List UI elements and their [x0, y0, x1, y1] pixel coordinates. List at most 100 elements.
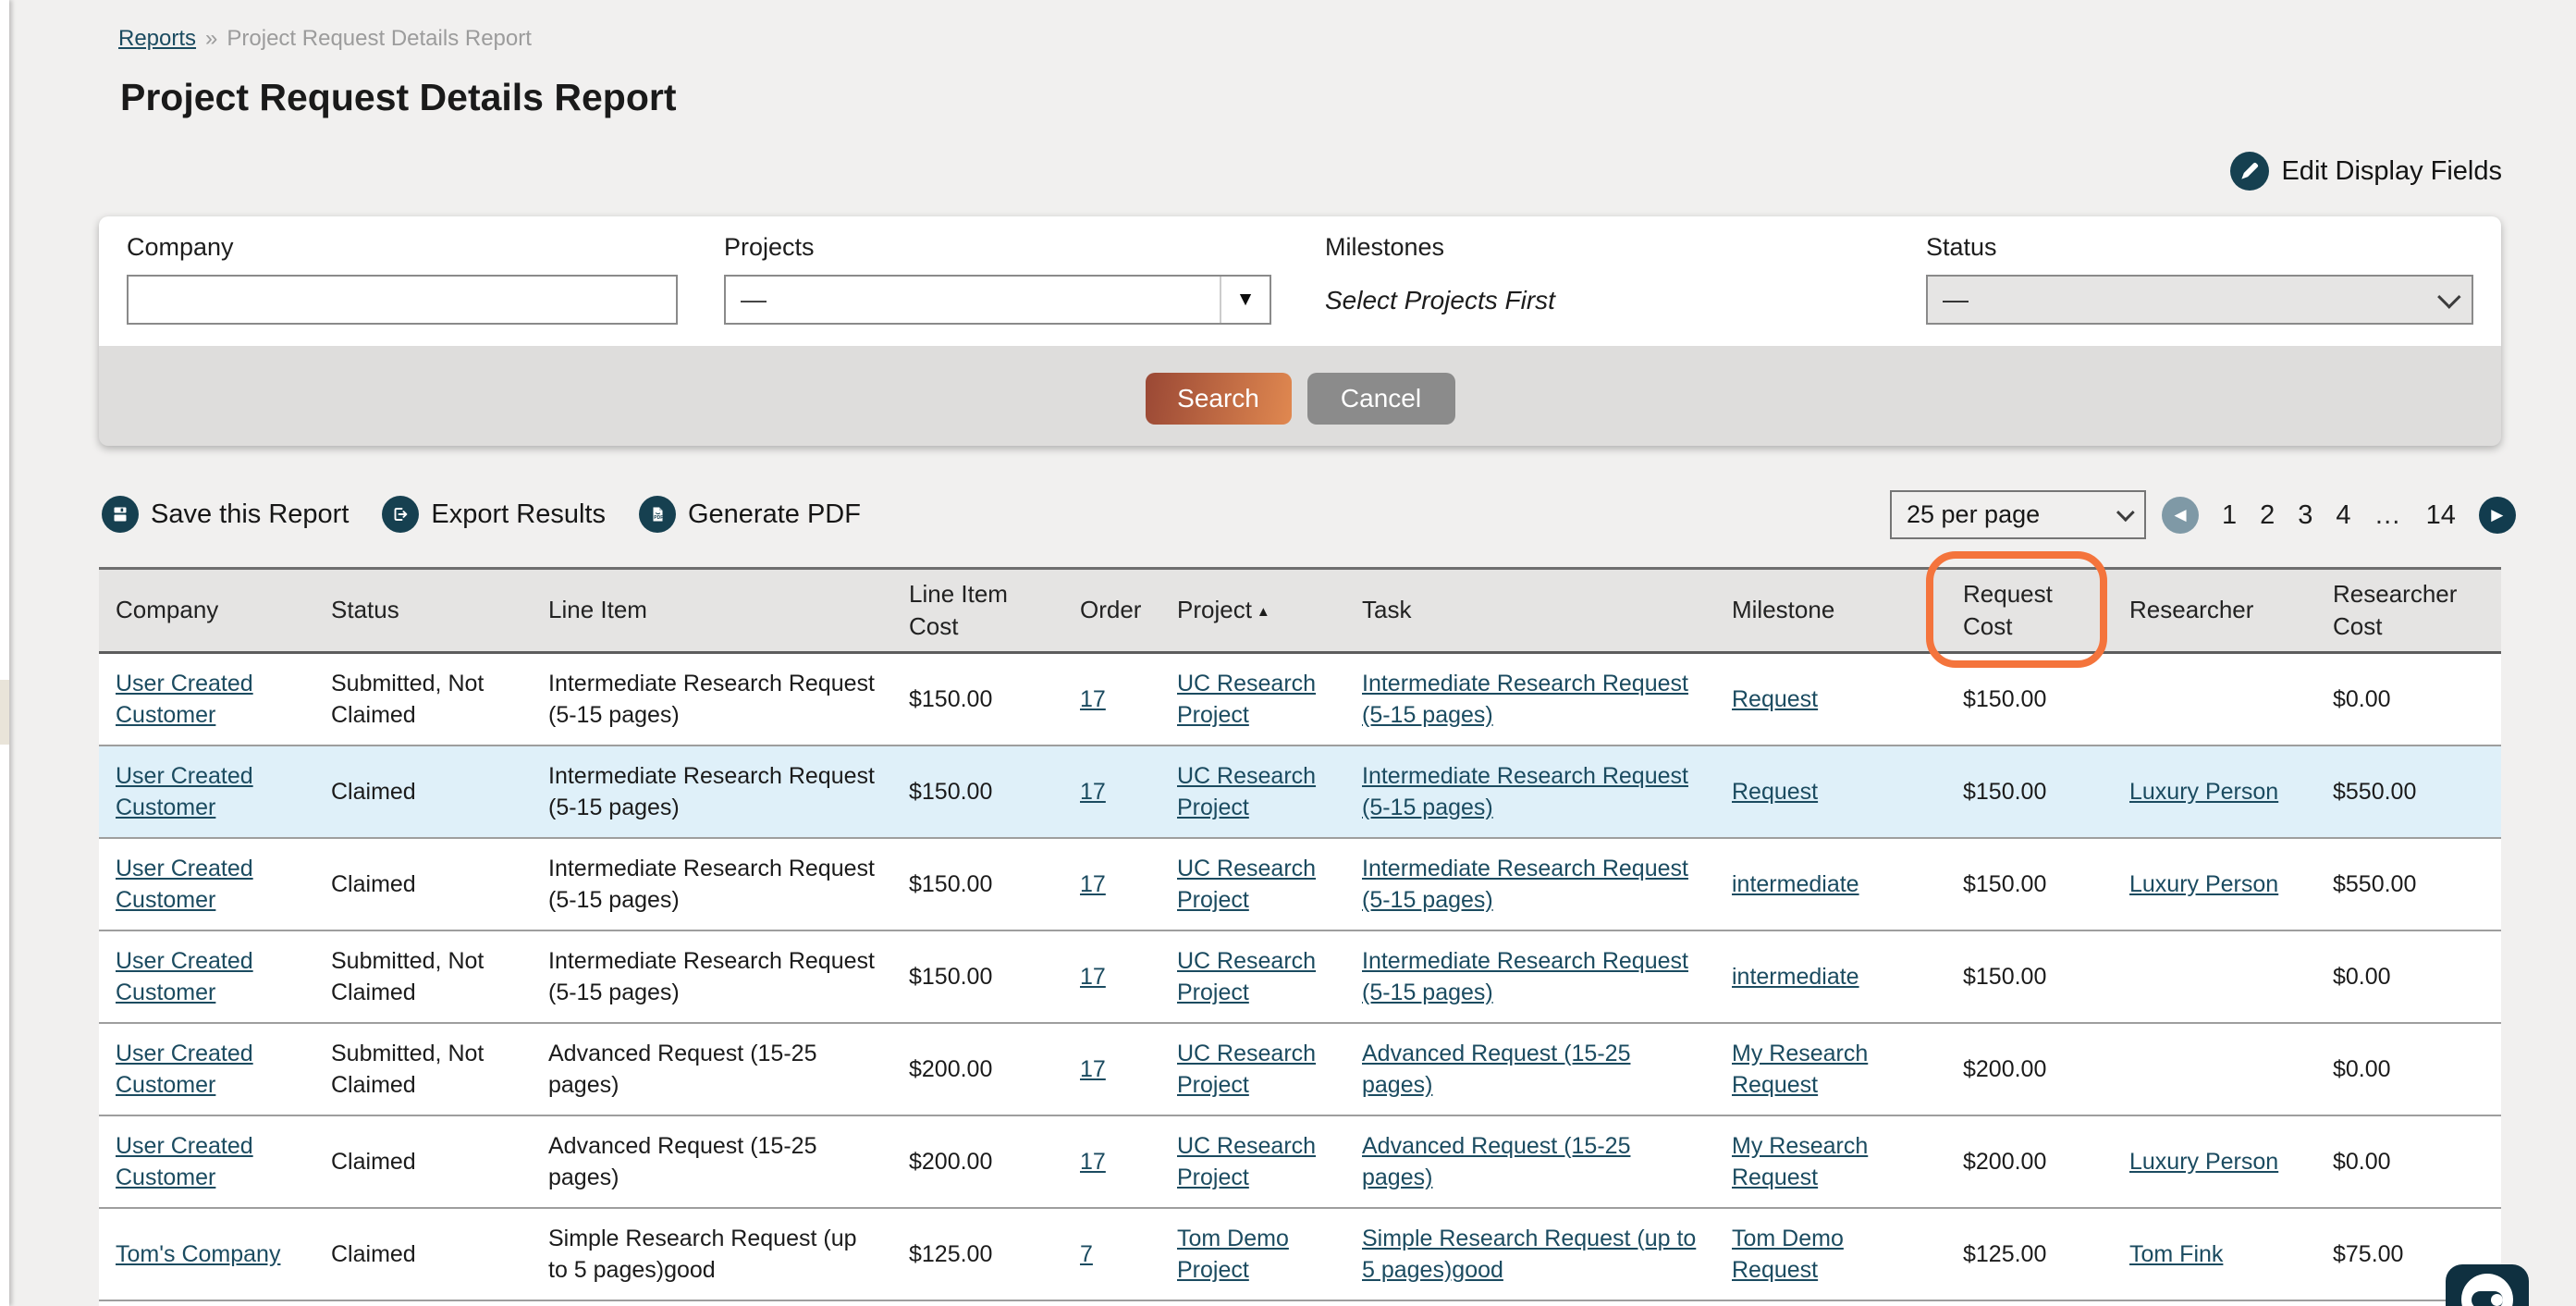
task-link[interactable]: Advanced Request (15-25 pages): [1362, 1133, 1630, 1191]
project-link[interactable]: Tom Demo Project: [1177, 1226, 1289, 1284]
task-link[interactable]: Intermediate Research Request (5-15 page…: [1362, 763, 1688, 821]
company-link[interactable]: User Created Customer: [116, 671, 253, 729]
company-link[interactable]: Tom's Company: [116, 1241, 280, 1267]
researcher-link[interactable]: Luxury Person: [2129, 871, 2278, 897]
column-header-request-cost[interactable]: Request Cost: [1946, 569, 2113, 653]
milestone-link[interactable]: My Research Request: [1732, 1041, 1868, 1099]
project-link[interactable]: UC Research Project: [1177, 856, 1316, 914]
status-cell: Submitted, Not Claimed: [314, 930, 532, 1023]
generate-pdf-button[interactable]: PDF Generate PDF: [639, 496, 861, 533]
project-link[interactable]: UC Research Project: [1177, 948, 1316, 1006]
generate-pdf-label: Generate PDF: [688, 499, 861, 530]
status-label: Status: [1926, 233, 2473, 262]
researcher-link[interactable]: Tom Fink: [2129, 1241, 2223, 1267]
column-header-status[interactable]: Status: [314, 569, 532, 653]
project-link[interactable]: UC Research Project: [1177, 1041, 1316, 1099]
task-link[interactable]: Intermediate Research Request (5-15 page…: [1362, 948, 1688, 1006]
breadcrumb-reports-link[interactable]: Reports: [118, 26, 196, 51]
line-item-cost-cell: $200.00: [892, 1115, 1063, 1208]
milestone-link[interactable]: Tom Demo Request: [1732, 1226, 1844, 1284]
request-cost-cell: $200.00: [1946, 1300, 2113, 1306]
company-link[interactable]: User Created Customer: [116, 856, 253, 914]
sort-ascending-icon: [1252, 596, 1270, 623]
task-link[interactable]: Advanced Request (15-25 pages): [1362, 1041, 1630, 1099]
previous-page-button[interactable]: ◀: [2162, 497, 2199, 534]
project-link[interactable]: UC Research Project: [1177, 763, 1316, 821]
table-row: Tom's Company Claimed Simple Research Re…: [99, 1208, 2501, 1300]
task-link[interactable]: Simple Research Request (up to 5 pages)g…: [1362, 1226, 1696, 1284]
researcher-link[interactable]: Luxury Person: [2129, 779, 2278, 805]
next-page-button[interactable]: ▶: [2479, 497, 2516, 534]
column-header-milestone[interactable]: Milestone: [1715, 569, 1946, 653]
column-header-company[interactable]: Company: [99, 569, 314, 653]
page-number-2[interactable]: 2: [2260, 500, 2275, 531]
task-link[interactable]: Intermediate Research Request (5-15 page…: [1362, 856, 1688, 914]
milestone-link[interactable]: Request: [1732, 686, 1818, 712]
researcher-cost-cell: $0.00: [2316, 653, 2501, 746]
task-link[interactable]: Intermediate Research Request (5-15 page…: [1362, 671, 1688, 729]
company-link[interactable]: User Created Customer: [116, 1041, 253, 1099]
column-header-researcher[interactable]: Researcher: [2113, 569, 2316, 653]
search-button[interactable]: Search: [1146, 373, 1292, 425]
column-header-line-item[interactable]: Line Item: [532, 569, 892, 653]
line-item-cost-cell: $125.00: [892, 1208, 1063, 1300]
order-link[interactable]: 17: [1080, 1056, 1106, 1082]
milestone-link[interactable]: Request: [1732, 779, 1818, 805]
column-header-line-item-cost[interactable]: Line Item Cost: [892, 569, 1063, 653]
cancel-button[interactable]: Cancel: [1307, 373, 1455, 425]
company-link[interactable]: User Created Customer: [116, 763, 253, 821]
status-cell: Claimed: [314, 1115, 532, 1208]
table-header-row: Company Status Line Item Line Item Cost …: [99, 569, 2501, 653]
order-link[interactable]: 17: [1080, 871, 1106, 897]
save-report-label: Save this Report: [151, 499, 349, 530]
researcher-cost-cell: $0.00: [2316, 1023, 2501, 1115]
researcher-link[interactable]: Luxury Person: [2129, 1149, 2278, 1175]
status-filter: Status —: [1926, 233, 2473, 325]
table-row: User Created Customer Submitted, Not Cla…: [99, 1023, 2501, 1115]
order-link[interactable]: 7: [1080, 1241, 1093, 1267]
export-results-button[interactable]: Export Results: [382, 496, 606, 533]
page-number-3[interactable]: 3: [2298, 500, 2312, 531]
projects-dropdown[interactable]: — ▼: [724, 275, 1271, 325]
edit-display-fields-button[interactable]: Edit Display Fields: [2230, 152, 2502, 191]
researcher-cost-cell: $550.00: [2316, 745, 2501, 838]
page-number-4[interactable]: 4: [2336, 500, 2350, 531]
filter-panel: Company Projects — ▼ Milestones Select P…: [99, 216, 2501, 446]
chat-widget-button[interactable]: [2446, 1264, 2529, 1306]
order-link[interactable]: 17: [1080, 779, 1106, 805]
milestone-link[interactable]: intermediate: [1732, 871, 1859, 897]
milestone-link[interactable]: My Research Request: [1732, 1133, 1868, 1191]
company-input[interactable]: [127, 275, 678, 325]
page-number-14[interactable]: 14: [2426, 500, 2456, 531]
company-filter: Company: [127, 233, 678, 325]
export-results-label: Export Results: [431, 499, 606, 530]
order-link[interactable]: 17: [1080, 1149, 1106, 1175]
save-report-button[interactable]: Save this Report: [102, 496, 349, 533]
sidebar-handle[interactable]: [0, 680, 9, 745]
status-select[interactable]: —: [1926, 275, 2473, 325]
projects-label: Projects: [724, 233, 1271, 262]
order-link[interactable]: 17: [1080, 686, 1106, 712]
column-header-order[interactable]: Order: [1063, 569, 1160, 653]
status-cell: Claimed: [314, 745, 532, 838]
line-item-cost-cell: $150.00: [892, 745, 1063, 838]
column-header-project[interactable]: Project: [1160, 569, 1345, 653]
line-item-cell: Advanced Request (15-25 pages): [532, 1115, 892, 1208]
line-item-cost-cell: $150.00: [892, 838, 1063, 930]
edit-display-fields-label: Edit Display Fields: [2281, 156, 2502, 187]
collapsed-sidebar-strip[interactable]: [0, 0, 9, 1306]
save-icon: [102, 496, 139, 533]
dropdown-arrow-icon[interactable]: ▼: [1220, 277, 1270, 323]
breadcrumb-separator: »: [205, 26, 217, 51]
column-header-researcher-cost[interactable]: Researcher Cost: [2316, 569, 2501, 653]
report-toolbar: Save this Report Export Results PDF: [102, 496, 861, 533]
company-link[interactable]: User Created Customer: [116, 1133, 253, 1191]
column-header-task[interactable]: Task: [1345, 569, 1715, 653]
project-link[interactable]: UC Research Project: [1177, 1133, 1316, 1191]
order-link[interactable]: 17: [1080, 964, 1106, 990]
project-link[interactable]: UC Research Project: [1177, 671, 1316, 729]
per-page-select[interactable]: 25 per page: [1890, 490, 2146, 539]
company-link[interactable]: User Created Customer: [116, 948, 253, 1006]
milestone-link[interactable]: intermediate: [1732, 964, 1859, 990]
page-number-1[interactable]: 1: [2222, 500, 2237, 531]
